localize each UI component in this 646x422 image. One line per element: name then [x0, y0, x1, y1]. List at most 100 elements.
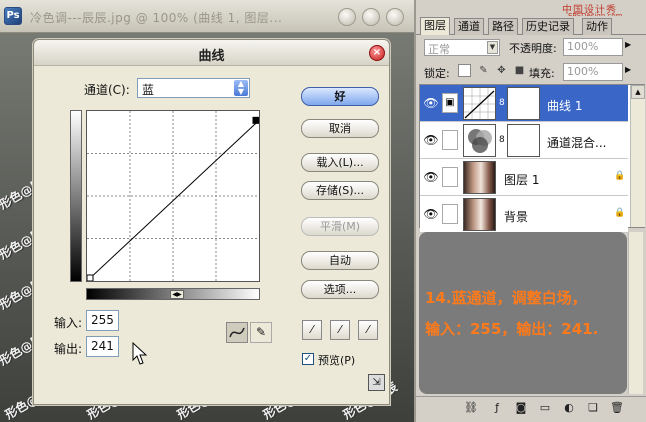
- layers-scrollbar[interactable]: ▲: [630, 85, 645, 227]
- mask-link-icon[interactable]: 8: [499, 134, 505, 146]
- curves-adjustment-thumbnail: [463, 87, 496, 120]
- channel-value: 蓝: [142, 83, 155, 97]
- preview-checkbox[interactable]: ✓: [302, 353, 314, 365]
- smooth-button[interactable]: 平滑(M): [301, 217, 379, 236]
- annotation-line-2: 输入：255，输出：241.: [425, 320, 599, 338]
- visibility-eye-icon[interactable]: 👁: [422, 205, 440, 223]
- lock-icon: 🔒: [614, 208, 626, 218]
- auto-button[interactable]: 自动: [301, 251, 379, 270]
- curve-graph[interactable]: [86, 110, 260, 282]
- opacity-arrow-icon[interactable]: ▶: [625, 40, 631, 49]
- fill-field[interactable]: 100%: [563, 63, 623, 81]
- new-adjustment-icon[interactable]: ◐: [562, 401, 576, 415]
- lock-label: 锁定:: [424, 67, 450, 80]
- visibility-eye-icon[interactable]: 👁: [422, 94, 440, 112]
- curve-control-point[interactable]: [252, 116, 259, 124]
- ok-button[interactable]: 好: [301, 87, 379, 106]
- curves-dialog: 曲线 × 通道(C): 蓝 ▲ ▼ ◀▶ 输入: 255 输出: 241 ✎ 好…: [33, 39, 390, 405]
- black-eyedropper-icon[interactable]: ⁄: [302, 320, 322, 340]
- layer-name[interactable]: 通道混合...: [547, 134, 606, 151]
- fill-arrow-icon[interactable]: ▶: [625, 65, 631, 74]
- layer-row[interactable]: 👁 图层 1 🔒: [420, 159, 628, 196]
- layer-style-icon[interactable]: ƒ: [490, 401, 504, 415]
- layers-list: 👁 ▣ 8 曲线 1 👁 8 通道混合... 👁 图层 1 🔒 👁 背景 🔒 ▲: [419, 84, 645, 233]
- opacity-label: 不透明度:: [509, 42, 557, 55]
- mask-link-icon[interactable]: 8: [499, 97, 505, 109]
- lock-icon: 🔒: [614, 171, 626, 181]
- document-window: Ps 冷色调---辰辰.jpg @ 100% (曲线 1, 图层... 形色@辰…: [0, 0, 414, 422]
- document-title: 冷色调---辰辰.jpg @ 100% (曲线 1, 图层...: [30, 11, 283, 25]
- layer-mask-thumbnail[interactable]: [507, 87, 540, 120]
- minimize-button[interactable]: [338, 8, 356, 26]
- tab-actions[interactable]: 动作: [582, 18, 612, 35]
- blend-mode-select[interactable]: 正常 ▼: [424, 39, 500, 56]
- trash-icon[interactable]: 🗑: [610, 401, 624, 415]
- layer-link-box[interactable]: [442, 167, 458, 187]
- output-label: 输出:: [54, 342, 83, 356]
- cancel-button[interactable]: 取消: [301, 119, 379, 138]
- layer-mask-indicator-icon[interactable]: ▣: [442, 93, 458, 113]
- photo-thumbnail: [463, 161, 496, 194]
- visibility-eye-icon[interactable]: 👁: [422, 131, 440, 149]
- tab-layers[interactable]: 图层: [420, 17, 450, 35]
- new-group-icon[interactable]: ▭: [538, 401, 552, 415]
- document-title-bar[interactable]: Ps 冷色调---辰辰.jpg @ 100% (曲线 1, 图层...: [0, 0, 414, 33]
- channel-select[interactable]: 蓝 ▲ ▼: [137, 78, 250, 98]
- opacity-field[interactable]: 100%: [563, 38, 623, 56]
- curve-control-point[interactable]: [87, 274, 94, 281]
- visibility-eye-icon[interactable]: 👁: [422, 168, 440, 186]
- tab-channels[interactable]: 通道: [454, 18, 484, 35]
- lock-brush-icon[interactable]: ✎: [477, 64, 490, 77]
- lock-transparency-icon[interactable]: [458, 64, 471, 77]
- new-layer-icon[interactable]: ❏: [586, 401, 600, 415]
- chevron-down-icon: ▼: [487, 41, 498, 54]
- layer-row[interactable]: 👁 8 通道混合...: [420, 122, 628, 159]
- mouse-cursor-icon: [132, 342, 148, 365]
- annotation-line-1: 14.蓝通道，调整白场，: [425, 289, 587, 307]
- resize-grip-icon[interactable]: ⇲: [368, 374, 385, 391]
- input-field[interactable]: 255: [86, 310, 119, 331]
- layer-row[interactable]: 👁 背景 🔒: [420, 196, 628, 233]
- save-button[interactable]: 存储(S)...: [301, 181, 379, 200]
- link-layers-icon[interactable]: ⛓: [464, 401, 478, 415]
- layer-row[interactable]: 👁 ▣ 8 曲线 1: [420, 85, 628, 122]
- gradient-toggle-icon[interactable]: ◀▶: [170, 290, 184, 299]
- layer-mask-thumbnail[interactable]: [507, 124, 540, 157]
- gray-eyedropper-icon[interactable]: ⁄: [330, 320, 350, 340]
- layers-bottom-toolbar: ⛓ ƒ ◙ ▭ ◐ ❏ 🗑: [416, 396, 646, 418]
- white-eyedropper-icon[interactable]: ⁄: [358, 320, 378, 340]
- pencil-tool-icon[interactable]: ✎: [250, 322, 272, 343]
- tab-paths[interactable]: 路径: [488, 18, 518, 35]
- layer-name[interactable]: 背景: [504, 208, 528, 225]
- close-icon: ×: [372, 47, 382, 58]
- curve-svg[interactable]: [87, 111, 259, 281]
- dialog-close-button[interactable]: ×: [369, 45, 385, 61]
- annotation-box: 14.蓝通道，调整白场， 输入：255，输出：241.: [419, 232, 627, 394]
- layer-name[interactable]: 曲线 1: [547, 97, 582, 114]
- lock-move-icon[interactable]: ✥: [495, 64, 508, 77]
- close-doc-button[interactable]: [386, 8, 404, 26]
- dialog-title: 曲线: [198, 49, 225, 64]
- scroll-up-icon[interactable]: ▲: [631, 85, 645, 99]
- layer-link-box[interactable]: [442, 130, 458, 150]
- channel-mixer-thumbnail: [463, 124, 496, 157]
- layers-panel: 中国设计秀 EPSDesign.com 图层 通道 路径 历史记录 动作 正常 …: [414, 0, 646, 422]
- curve-tool-icon[interactable]: [226, 322, 248, 343]
- channel-label: 通道(C):: [84, 83, 130, 97]
- options-button[interactable]: 选项...: [301, 280, 379, 299]
- layer-name[interactable]: 图层 1: [504, 171, 539, 188]
- input-label: 输入:: [54, 316, 83, 330]
- photo-thumbnail: [463, 198, 496, 231]
- layer-link-box[interactable]: [442, 204, 458, 224]
- add-mask-icon[interactable]: ◙: [514, 401, 528, 415]
- output-field[interactable]: 241: [86, 336, 119, 357]
- tab-history[interactable]: 历史记录: [522, 18, 574, 35]
- lock-all-icon[interactable]: ■: [513, 64, 526, 77]
- preview-label: 预览(P): [318, 354, 356, 367]
- load-button[interactable]: 载入(L)...: [301, 153, 379, 172]
- select-arrows-icon: ▲ ▼: [234, 80, 248, 96]
- maximize-button[interactable]: [362, 8, 380, 26]
- output-gradient-bar: [70, 110, 82, 282]
- dialog-title-bar[interactable]: 曲线 ×: [34, 40, 389, 66]
- panel-scrollbar[interactable]: [628, 232, 643, 394]
